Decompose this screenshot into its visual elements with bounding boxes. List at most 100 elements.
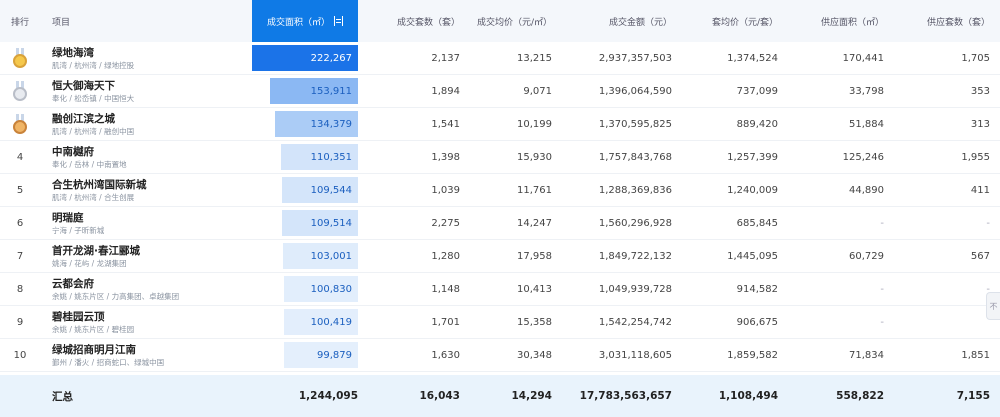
rank-cell: 10 <box>13 349 27 361</box>
col-sets-header[interactable]: 成交套数 （套） <box>360 0 460 42</box>
area-cell: 222,267 <box>252 42 358 74</box>
col-supply-area-header[interactable]: 供应面积 （㎡） <box>778 0 884 42</box>
supply-area-cell: - <box>880 283 884 295</box>
col-area-header[interactable]: 成交面积（㎡） <box>252 0 358 42</box>
price-cell: 15,930 <box>517 151 552 163</box>
area-value: 222,267 <box>310 52 352 64</box>
sets-cell: 1,894 <box>431 85 460 97</box>
summary-supply-area: 558,822 <box>836 390 884 402</box>
medal-icon <box>13 48 27 68</box>
table-row[interactable]: 5 合生杭州湾国际新城 肌湾 / 杭州湾 / 合生创展 109,544 1,039 11,… <box>0 174 1000 207</box>
project-name[interactable]: 中南樾府 <box>52 145 94 159</box>
price-cell: 11,761 <box>517 184 552 196</box>
project-cell[interactable]: 绿城招商明月江南 鄞州 / 潘火 / 招商蛇口、绿城中国 <box>52 339 252 371</box>
project-name[interactable]: 合生杭州湾国际新城 <box>52 178 147 192</box>
project-name[interactable]: 明瑞庭 <box>52 211 84 225</box>
supply-area-cell: - <box>880 217 884 229</box>
project-location: 肌湾 / 杭州湾 / 合生创展 <box>52 192 135 202</box>
project-cell[interactable]: 中南樾府 奉化 / 岳林 / 中南置地 <box>52 141 252 173</box>
medal-icon <box>13 114 27 134</box>
project-location: 奉化 / 松岙镇 / 中国恒大 <box>52 93 135 103</box>
table-row[interactable]: 10 绿城招商明月江南 鄞州 / 潘火 / 招商蛇口、绿城中国 99,879 1,630… <box>0 339 1000 372</box>
table-row[interactable]: 9 碧桂园云顶 余姚 / 姚东片区 / 碧桂园 100,419 1,701 15,358 1… <box>0 306 1000 339</box>
project-cell[interactable]: 首开龙湖·春江郦城 姚海 / 花屿 / 龙湖集团 <box>52 240 252 272</box>
unit-price-cell: 685,845 <box>736 217 778 229</box>
table-row[interactable]: 4 中南樾府 奉化 / 岳林 / 中南置地 110,351 1,398 15,930 1,7… <box>0 141 1000 174</box>
price-cell: 13,215 <box>517 52 552 64</box>
medal-icon <box>13 81 27 101</box>
table-row[interactable]: 7 首开龙湖·春江郦城 姚海 / 花屿 / 龙湖集团 103,001 1,280 17,9… <box>0 240 1000 273</box>
area-cell: 134,379 <box>252 108 358 140</box>
area-cell: 109,514 <box>252 207 358 239</box>
ranking-table: 排行 项目 成交面积（㎡） 成交套数 （套） 成交均价 （元/㎡） 成交金额 （元） … <box>0 0 1000 417</box>
price-cell: 15,358 <box>517 316 552 328</box>
area-value: 103,001 <box>310 250 352 262</box>
supply-area-cell: 125,246 <box>842 151 884 163</box>
project-cell[interactable]: 恒大御海天下 奉化 / 松岙镇 / 中国恒大 <box>52 75 252 107</box>
table-row[interactable]: 绿地海湾 肌湾 / 杭州湾 / 绿地控股 222,267 2,137 13,215 2,9… <box>0 42 1000 75</box>
table-row[interactable]: 6 明瑞庭 宁海 / 子昕新城 109,514 2,275 14,247 1,560,296… <box>0 207 1000 240</box>
area-value: 100,830 <box>310 283 352 295</box>
supply-sets-cell: 353 <box>970 85 990 97</box>
rank-cell: 9 <box>16 316 24 328</box>
rank-cell <box>0 75 40 107</box>
project-name[interactable]: 云都会府 <box>52 277 94 291</box>
unit-price-cell: 737,099 <box>736 85 778 97</box>
amount-cell: 1,560,296,928 <box>598 217 672 229</box>
rank-cell: 5 <box>16 184 24 196</box>
price-cell: 30,348 <box>517 349 552 361</box>
project-cell[interactable]: 云都会府 余姚 / 姚东片区 / 力高集团、卓越集团 <box>52 273 252 305</box>
project-name[interactable]: 融创江滨之城 <box>52 112 115 126</box>
amount-cell: 1,849,722,132 <box>598 250 672 262</box>
col-project-header[interactable]: 项目 <box>52 0 252 42</box>
amount-cell: 1,542,254,742 <box>598 316 672 328</box>
table-row[interactable]: 恒大御海天下 奉化 / 松岙镇 / 中国恒大 153,911 1,894 9,071 1,… <box>0 75 1000 108</box>
side-toggle-button[interactable]: 不 <box>986 292 1000 320</box>
project-cell[interactable]: 明瑞庭 宁海 / 子昕新城 <box>52 207 252 239</box>
project-cell[interactable]: 合生杭州湾国际新城 肌湾 / 杭州湾 / 合生创展 <box>52 174 252 206</box>
area-cell: 109,544 <box>252 174 358 206</box>
area-bar: 110,351 <box>281 144 358 170</box>
sets-cell: 1,541 <box>431 118 460 130</box>
summary-supply-sets: 7,155 <box>956 390 990 402</box>
sets-cell: 1,039 <box>431 184 460 196</box>
area-value: 100,419 <box>310 316 352 328</box>
sets-cell: 1,280 <box>431 250 460 262</box>
amount-cell: 1,288,369,836 <box>598 184 672 196</box>
area-value: 153,911 <box>310 85 352 97</box>
col-supply-sets-header[interactable]: 供应套数 （套） <box>884 0 990 42</box>
supply-area-cell: - <box>880 316 884 328</box>
summary-price: 14,294 <box>511 390 552 402</box>
col-rank-header[interactable]: 排行 <box>0 0 40 42</box>
area-cell: 100,419 <box>252 306 358 338</box>
area-cell: 153,911 <box>252 75 358 107</box>
unit-price-cell: 889,420 <box>736 118 778 130</box>
supply-sets-cell: 567 <box>970 250 990 262</box>
table-row[interactable]: 8 云都会府 余姚 / 姚东片区 / 力高集团、卓越集团 100,830 1,148 10… <box>0 273 1000 306</box>
table-row[interactable]: 融创江滨之城 肌湾 / 杭州湾 / 融创中国 134,379 1,541 10,199 1… <box>0 108 1000 141</box>
project-cell[interactable]: 融创江滨之城 肌湾 / 杭州湾 / 融创中国 <box>52 108 252 140</box>
table-header: 排行 项目 成交面积（㎡） 成交套数 （套） 成交均价 （元/㎡） 成交金额 （元） … <box>0 0 1000 42</box>
project-name[interactable]: 绿城招商明月江南 <box>52 343 136 357</box>
project-name[interactable]: 恒大御海天下 <box>52 79 115 93</box>
area-cell: 99,879 <box>252 339 358 371</box>
col-unit-price-header[interactable]: 套均价 （元/套） <box>672 0 778 42</box>
amount-cell: 2,937,357,503 <box>598 52 672 64</box>
rank-cell: 7 <box>16 250 24 262</box>
project-location: 余姚 / 姚东片区 / 碧桂园 <box>52 324 135 334</box>
project-cell[interactable]: 碧桂园云顶 余姚 / 姚东片区 / 碧桂园 <box>52 306 252 338</box>
project-name[interactable]: 首开龙湖·春江郦城 <box>52 244 140 258</box>
project-name[interactable]: 碧桂园云顶 <box>52 310 105 324</box>
project-name[interactable]: 绿地海湾 <box>52 46 94 60</box>
col-price-header[interactable]: 成交均价 （元/㎡） <box>460 0 552 42</box>
col-amount-header[interactable]: 成交金额 （元） <box>552 0 672 42</box>
area-cell: 100,830 <box>252 273 358 305</box>
project-cell[interactable]: 绿地海湾 肌湾 / 杭州湾 / 绿地控股 <box>52 42 252 74</box>
supply-sets-cell: - <box>986 217 990 229</box>
amount-cell: 1,049,939,728 <box>598 283 672 295</box>
supply-sets-cell: - <box>986 283 990 295</box>
area-bar: 222,267 <box>252 45 358 71</box>
amount-cell: 1,396,064,590 <box>598 85 672 97</box>
project-location: 肌湾 / 杭州湾 / 融创中国 <box>52 126 135 136</box>
sort-icon[interactable] <box>334 16 343 26</box>
